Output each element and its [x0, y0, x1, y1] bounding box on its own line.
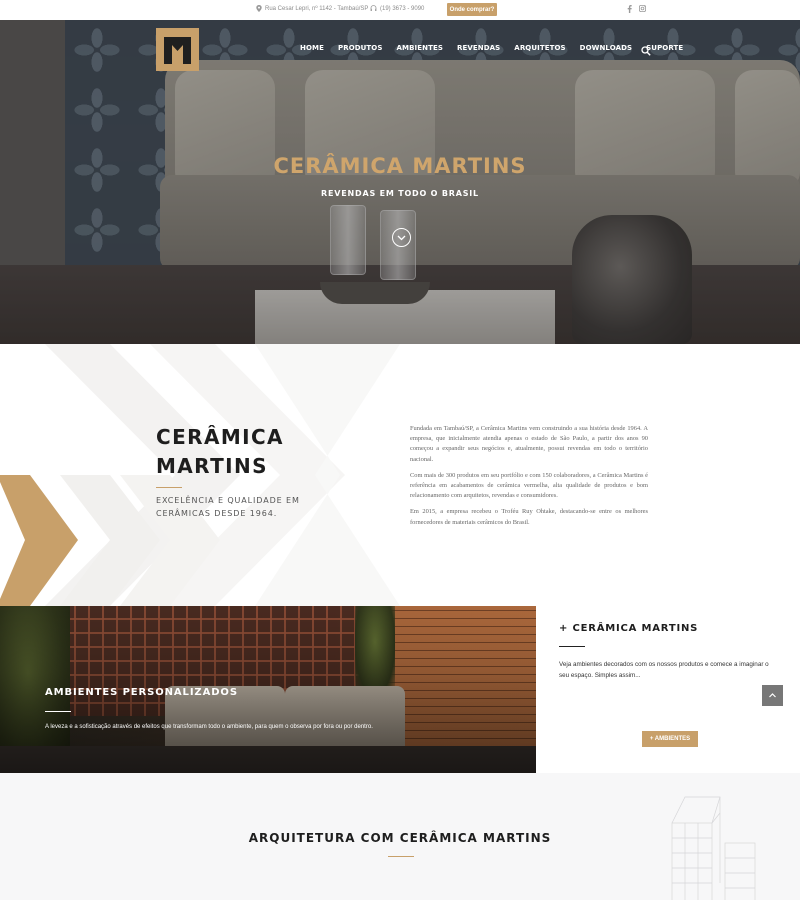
nav-item-ambientes[interactable]: AMBIENTES	[397, 44, 443, 52]
top-info-bar: Rua Cesar Lepri, nº 1142 - Tambaú/SP (19…	[0, 0, 800, 20]
about-paragraph: Fundada em Tambaú/SP, a Cerâmica Martins…	[410, 425, 648, 463]
side-divider	[559, 646, 585, 647]
about-title-line1: CERÂMICA	[156, 425, 284, 449]
facebook-icon[interactable]	[627, 5, 632, 15]
gold-chevron-decoration	[0, 475, 78, 606]
about-title-line2: MARTINS	[156, 454, 268, 478]
map-pin-icon	[256, 5, 262, 12]
nav-item-suporte[interactable]: SUPORTE	[646, 44, 683, 52]
ambientes-photo[interactable]: AMBIENTES PERSONALIZADOS A leveza e a so…	[0, 606, 536, 773]
where-to-buy-button[interactable]: Onde comprar?	[447, 3, 497, 16]
address-info: Rua Cesar Lepri, nº 1142 - Tambaú/SP	[256, 5, 368, 12]
side-text: Veja ambientes decorados com os nossos p…	[559, 661, 769, 679]
nav-item-arquitetos[interactable]: ARQUITETOS	[514, 44, 565, 52]
ambientes-side-panel: + CERÂMICA MARTINS Veja ambientes decora…	[536, 606, 800, 773]
about-paragraph: Em 2015, a empresa recebeu o Troféu Ruy …	[410, 508, 648, 526]
nav-item-revendas[interactable]: REVENDAS	[457, 44, 500, 52]
arquitetura-section: ARQUITETURA COM CERÂMICA MARTINS	[0, 773, 800, 900]
about-title: CERÂMICA MARTINS	[156, 423, 284, 481]
about-text: Fundada em Tambaú/SP, a Cerâmica Martins…	[410, 424, 648, 534]
main-navigation: HOME PRODUTOS AMBIENTES REVENDAS ARQUITE…	[300, 44, 697, 52]
ambientes-title: AMBIENTES PERSONALIZADOS	[45, 687, 238, 698]
nav-item-produtos[interactable]: PRODUTOS	[338, 44, 383, 52]
about-subtitle: EXCELÊNCIA E QUALIDADE EM CERÂMICAS DESD…	[156, 496, 300, 518]
arquitetura-title: ARQUITETURA COM CERÂMICA MARTINS	[248, 831, 552, 845]
instagram-icon[interactable]	[639, 5, 646, 14]
hero-subtitle: REVENDAS EM TODO O BRASIL	[321, 189, 479, 198]
back-to-top-button[interactable]	[762, 685, 783, 706]
headset-icon	[370, 5, 377, 11]
logo-mark-icon	[164, 37, 191, 64]
chevron-up-icon	[769, 693, 776, 698]
address-text: Rua Cesar Lepri, nº 1142 - Tambaú/SP	[265, 5, 369, 12]
hero-title: CERÂMICA MARTINS	[273, 154, 527, 178]
about-section: CERÂMICA MARTINS EXCELÊNCIA E QUALIDADE …	[0, 344, 800, 606]
chevron-down-icon	[397, 235, 406, 241]
ambientes-divider	[45, 711, 71, 712]
about-paragraph: Com mais de 300 produtos em seu portfóli…	[410, 471, 648, 500]
search-icon[interactable]	[641, 43, 651, 56]
hero-banner: Rua Cesar Lepri, nº 1142 - Tambaú/SP (19…	[0, 0, 800, 344]
ambientes-section: AMBIENTES PERSONALIZADOS A leveza e a so…	[0, 606, 800, 773]
nav-item-downloads[interactable]: DOWNLOADS	[580, 44, 632, 52]
phone-text: (19) 3673 - 9090	[380, 5, 425, 12]
building-sketch-decoration	[671, 796, 756, 900]
nav-item-home[interactable]: HOME	[300, 44, 324, 52]
phone-info[interactable]: (19) 3673 - 9090	[370, 5, 424, 12]
about-divider	[156, 487, 182, 488]
scroll-down-button[interactable]	[392, 228, 411, 247]
arquitetura-divider	[388, 856, 414, 857]
ambientes-description: A leveza e a sofisticação através de efe…	[45, 724, 373, 730]
side-title: + CERÂMICA MARTINS	[559, 623, 699, 634]
brand-logo[interactable]	[156, 28, 199, 71]
more-ambientes-button[interactable]: + AMBIENTES	[642, 731, 698, 747]
